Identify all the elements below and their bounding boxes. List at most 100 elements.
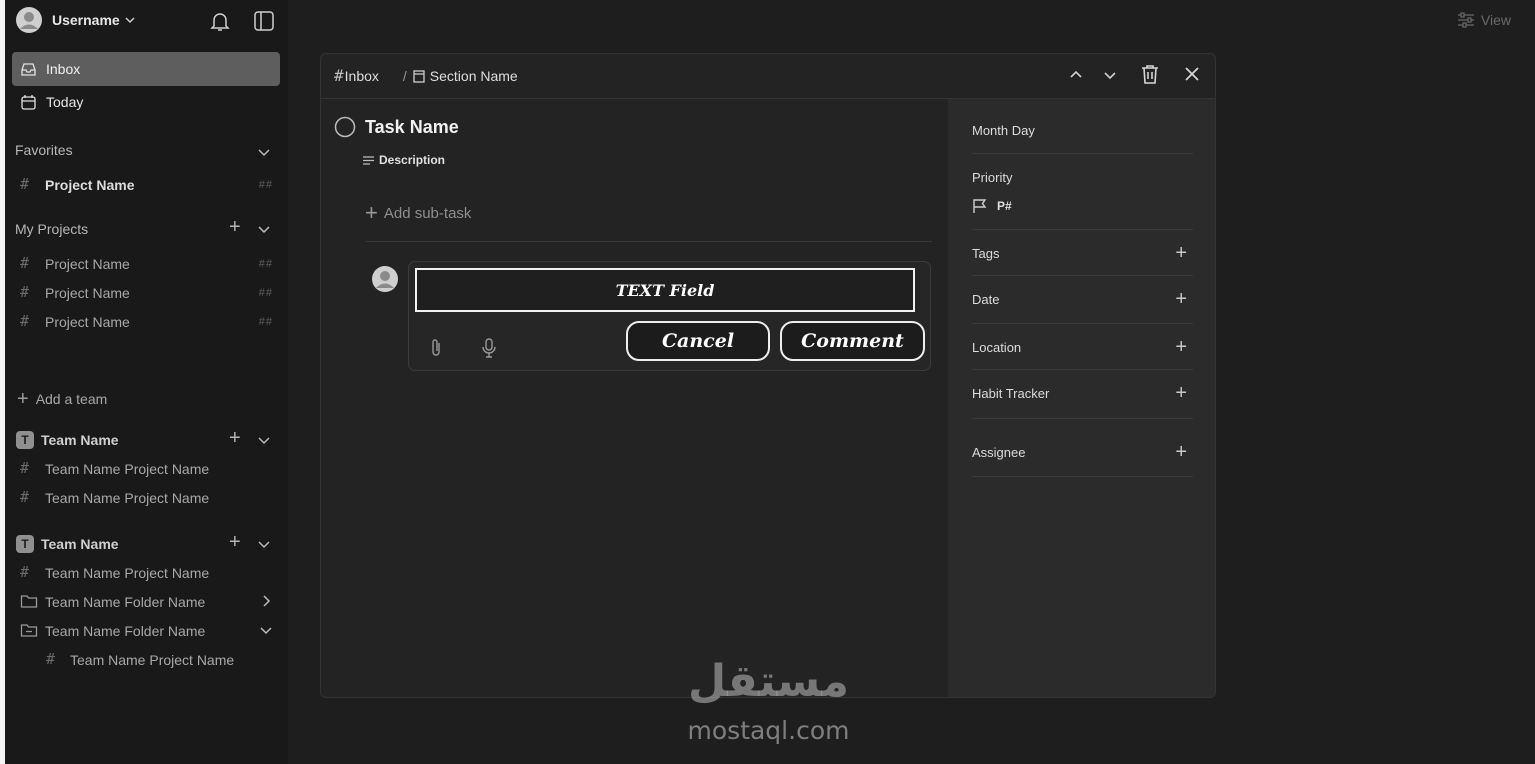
- date-property[interactable]: Date +: [972, 276, 1193, 324]
- sidebar-item-today[interactable]: Today: [20, 92, 83, 112]
- folder-icon: [20, 593, 38, 609]
- favorites-heading: Favorites: [15, 142, 73, 158]
- priority-label: Priority: [972, 170, 1013, 185]
- sidebar-item-project[interactable]: # Project Name ##: [20, 175, 288, 195]
- comment-button[interactable]: Comment: [780, 321, 925, 361]
- my-projects-heading: My Projects: [15, 221, 89, 237]
- add-tag-icon[interactable]: +: [1175, 243, 1187, 263]
- breadcrumb: # Inbox / Section Name: [334, 66, 518, 85]
- sidebar-item-project[interactable]: # Project Name ##: [20, 283, 288, 303]
- trash-icon[interactable]: [1139, 63, 1161, 85]
- cancel-label: Cancel: [661, 330, 735, 352]
- add-project-icon[interactable]: +: [229, 216, 241, 239]
- sidebar-item-label: Team Name Folder Name: [45, 594, 206, 610]
- description-field[interactable]: Description: [362, 153, 445, 167]
- add-assignee-icon[interactable]: +: [1175, 442, 1187, 462]
- hash-icon: #: [20, 459, 30, 477]
- habit-tracker-property[interactable]: Habit Tracker +: [972, 370, 1193, 419]
- user-menu[interactable]: Username: [15, 6, 136, 34]
- sidebar-item-inbox[interactable]: Inbox: [12, 52, 280, 86]
- divider: [366, 241, 932, 242]
- sidebar-item-label: Team Name Project Name: [45, 565, 210, 581]
- complete-checkbox[interactable]: [334, 116, 356, 138]
- comment-input-text: TEXT Field: [615, 280, 715, 300]
- add-habit-icon[interactable]: +: [1175, 383, 1187, 403]
- team-header[interactable]: T Team Name: [16, 534, 119, 554]
- task-count: ##: [258, 258, 273, 270]
- sliders-icon: [1457, 12, 1475, 28]
- chevron-down-icon: [124, 14, 136, 26]
- hash-icon: #: [20, 283, 30, 301]
- task-detail-modal: # Inbox / Section Name Task Name Descrip…: [320, 53, 1216, 698]
- chevron-down-icon[interactable]: [257, 222, 271, 236]
- priority-property[interactable]: Priority P#: [972, 154, 1193, 230]
- task-title[interactable]: Task Name: [365, 117, 459, 138]
- view-label: View: [1480, 12, 1511, 28]
- chevron-down-icon[interactable]: [257, 145, 271, 159]
- sidebar-item-project[interactable]: # Project Name ##: [20, 254, 288, 274]
- add-subtask-label: Add sub-task: [383, 204, 472, 222]
- hash-icon: #: [20, 312, 30, 330]
- folder-open-icon: [20, 622, 38, 638]
- sidebar-item-label: Team Name Project Name: [70, 652, 235, 668]
- view-button[interactable]: View: [1457, 12, 1511, 28]
- priority-value[interactable]: P#: [972, 198, 1012, 214]
- chevron-down-icon[interactable]: [257, 537, 271, 551]
- hash-icon: #: [20, 488, 30, 506]
- priority-value-label: P#: [997, 199, 1012, 213]
- chevron-right-icon[interactable]: [259, 594, 273, 608]
- sidebar-item-label: Inbox: [46, 61, 81, 77]
- date-label: Date: [972, 292, 1000, 307]
- watermark-latin: mostaql.com: [687, 716, 850, 745]
- plus-icon: +: [17, 387, 29, 410]
- plus-icon: +: [365, 200, 378, 225]
- due-date-value: Month Day: [972, 123, 1035, 138]
- breadcrumb-project[interactable]: Inbox: [345, 68, 379, 84]
- sidebar-item-label: Project Name: [45, 285, 130, 301]
- task-count: ##: [258, 179, 273, 191]
- hash-icon: #: [20, 175, 30, 193]
- inbox-icon: [20, 61, 37, 78]
- add-team-project-icon[interactable]: +: [229, 531, 241, 554]
- chevron-down-icon[interactable]: [257, 433, 271, 447]
- cancel-button[interactable]: Cancel: [626, 321, 770, 361]
- chevron-down-icon[interactable]: [1102, 67, 1118, 83]
- microphone-icon[interactable]: [481, 338, 497, 358]
- text-align-icon: [362, 155, 375, 166]
- sidebar-item-project[interactable]: # Project Name ##: [20, 312, 288, 332]
- tags-property[interactable]: Tags +: [972, 230, 1193, 276]
- breadcrumb-separator: /: [402, 67, 407, 84]
- task-properties-panel: Month Day Priority P# Tags + Date + Loca…: [948, 99, 1215, 697]
- team-badge: T: [16, 431, 34, 449]
- close-icon[interactable]: [1183, 65, 1201, 83]
- add-location-icon[interactable]: +: [1175, 337, 1187, 357]
- hash-icon: #: [20, 254, 30, 272]
- sidebar-item-folder[interactable]: Team Name Folder Name: [20, 592, 280, 612]
- team-name: Team Name: [41, 432, 119, 448]
- add-team-button[interactable]: + Add a team: [17, 388, 107, 410]
- chevron-down-icon[interactable]: [259, 623, 273, 637]
- add-team-project-icon[interactable]: +: [229, 427, 241, 450]
- team-header[interactable]: T Team Name: [16, 430, 119, 450]
- sidebar-item-label: Project Name: [45, 256, 130, 272]
- task-count: ##: [258, 287, 273, 299]
- paperclip-icon[interactable]: [429, 338, 443, 358]
- avatar: [15, 6, 43, 34]
- add-team-label: Add a team: [35, 391, 108, 407]
- location-property[interactable]: Location +: [972, 324, 1193, 370]
- sidebar-item-label: Team Name Project Name: [45, 490, 210, 506]
- assignee-property[interactable]: Assignee +: [972, 419, 1193, 477]
- sidebar-item-label: Team Name Folder Name: [45, 623, 206, 639]
- chevron-up-icon[interactable]: [1068, 67, 1084, 83]
- sidebar-toggle-icon[interactable]: [253, 10, 275, 32]
- comment-input[interactable]: TEXT Field: [415, 268, 915, 312]
- add-subtask-button[interactable]: + Add sub-task: [365, 200, 471, 226]
- habit-tracker-label: Habit Tracker: [972, 386, 1050, 401]
- breadcrumb-section[interactable]: Section Name: [430, 68, 518, 84]
- sidebar-item-label: Today: [46, 94, 84, 110]
- sidebar-item-label: Team Name Project Name: [45, 461, 210, 477]
- add-date-icon[interactable]: +: [1175, 289, 1187, 309]
- bell-icon[interactable]: [209, 10, 231, 32]
- due-date-property[interactable]: Month Day: [972, 99, 1193, 154]
- sidebar-item-folder-open[interactable]: Team Name Folder Name: [20, 621, 280, 641]
